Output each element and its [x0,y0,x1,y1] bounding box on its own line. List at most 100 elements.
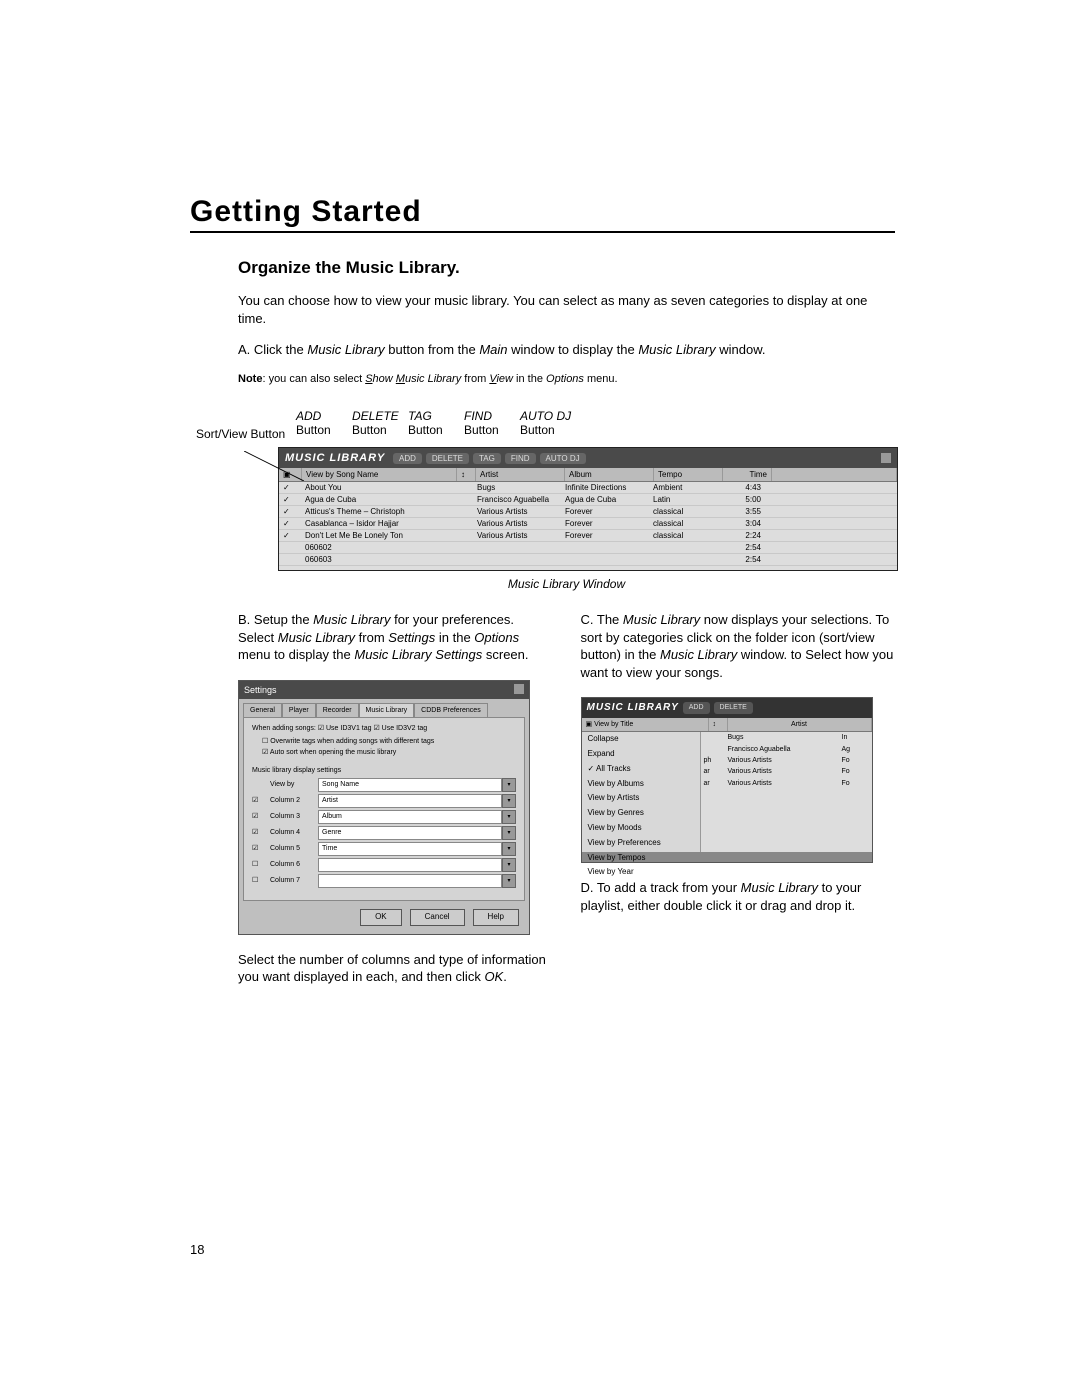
callout-find-label: FIND [464,409,520,423]
mlw-tag-button[interactable]: TAG [473,453,501,464]
callout-line-icon [244,451,304,481]
sort-menu-item[interactable]: Collapse [582,732,700,747]
step-c: C. The Music Library now displays your s… [581,611,896,681]
sort-menu-item[interactable]: View by Albums [582,777,700,792]
settings-top-line: When adding songs: ☑ Use ID3V1 tag ☑ Use… [252,724,516,733]
column-select[interactable] [318,874,502,888]
settings-column-row: ☑Column 3Album▾ [252,810,516,824]
table-row[interactable]: 0606022:54 [279,542,897,554]
step-a: A. Click the Music Library button from t… [190,341,895,359]
chevron-down-icon[interactable]: ▾ [502,842,516,856]
settings-column-row: ☑Column 4Genre▾ [252,826,516,840]
tab-music-library[interactable]: Music Library [359,703,415,717]
mlw-find-button[interactable]: FIND [505,453,536,464]
column-select[interactable]: Artist [318,794,502,808]
col-view[interactable]: View by Song Name [302,468,457,481]
settings-column-row: ☑Column 5Time▾ [252,842,516,856]
sort-col-artist[interactable]: Artist [728,718,872,731]
sort-menu-item[interactable]: View by Preferences [582,836,700,851]
column-select[interactable]: Time [318,842,502,856]
mlw-add-button[interactable]: ADD [393,453,422,464]
col-artist[interactable]: Artist [476,468,565,481]
sort-col-view[interactable]: ▣ View by Title [582,718,709,731]
callout-labels: Sort/View Button ADDButton DELETEButton … [190,409,895,441]
checkbox-icon[interactable]: ☑ [252,828,270,837]
chevron-down-icon[interactable]: ▾ [502,874,516,888]
chevron-down-icon[interactable]: ▾ [502,778,516,792]
settings-section-label: Music library display settings [252,766,516,775]
step-d: D. To add a track from your Music Librar… [581,879,896,914]
column-select[interactable]: Genre [318,826,502,840]
chevron-down-icon[interactable]: ▾ [502,810,516,824]
step-b: B. Setup the Music Library for your pref… [238,611,553,664]
checkbox-icon[interactable]: ☐ [252,860,270,869]
col-album[interactable]: Album [565,468,654,481]
sort-menu-item[interactable]: View by Artists [582,791,700,806]
chevron-down-icon[interactable]: ▾ [502,858,516,872]
settings-chk-autosort[interactable]: ☑ Auto sort when opening the music libra… [262,748,516,757]
sort-menu-item[interactable]: View by Moods [582,821,700,836]
sort-menu-item[interactable]: View by Genres [582,806,700,821]
column-select[interactable]: Album [318,810,502,824]
list-item[interactable]: BugsIn [701,732,872,743]
table-row[interactable]: ✓Atticus's Theme – ChristophVarious Arti… [279,506,897,518]
sort-menu-item[interactable]: Expand [582,747,700,762]
note-line: Note: you can also select Show Music Lib… [190,373,895,385]
checkbox-icon[interactable]: ☑ [252,812,270,821]
settings-column-row: ☐Column 7▾ [252,874,516,888]
chevron-down-icon[interactable]: ▾ [502,794,516,808]
sort-menu-item[interactable]: View by Year [582,865,700,880]
settings-title: Settings [244,684,277,696]
folder-icon: ▣ [586,721,593,728]
tab-player[interactable]: Player [282,703,316,717]
callout-add-label: ADD [296,409,352,423]
settings-column-row: View bySong Name▾ [252,778,516,792]
music-library-window: MUSIC LIBRARY ADD DELETE TAG FIND AUTO D… [278,447,898,571]
close-icon[interactable] [881,453,891,463]
page-heading: Getting Started [190,195,895,233]
checkbox-icon[interactable]: ☑ [252,796,270,805]
tab-cddb[interactable]: CDDB Preferences [414,703,488,717]
settings-column-row: ☑Column 2Artist▾ [252,794,516,808]
sort-panel-title: MUSIC LIBRARY [587,701,679,715]
table-row[interactable]: 0606032:54 [279,554,897,566]
column-select[interactable]: Song Name [318,778,502,792]
list-item[interactable]: arVarious ArtistsFo [701,778,872,789]
sort-menu-item[interactable]: View by Tempos [582,851,700,866]
page-number: 18 [190,1242,204,1257]
mlw-delete-button[interactable]: DELETE [426,453,469,464]
list-item[interactable]: arVarious ArtistsFo [701,766,872,777]
tab-general[interactable]: General [243,703,282,717]
sort-menu-item[interactable]: All Tracks [582,762,700,777]
checkbox-icon[interactable]: ☐ [252,876,270,885]
table-row[interactable]: ✓Casablanca – Isidor HajjarVarious Artis… [279,518,897,530]
help-button[interactable]: Help [473,909,519,926]
list-item[interactable]: Francisco AguabellaAg [701,744,872,755]
table-row[interactable]: ✓Don't Let Me Be Lonely TonVarious Artis… [279,530,897,542]
callout-sortview-label: Sort/View Button [196,409,296,441]
sort-view-panel: MUSIC LIBRARY ADD DELETE ▣ View by Title… [581,697,873,863]
table-row[interactable]: ✓About YouBugsInfinite DirectionsAmbient… [279,482,897,494]
settings-column-row: ☐Column 6▾ [252,858,516,872]
sort-delete-button[interactable]: DELETE [714,702,753,713]
cancel-button[interactable]: Cancel [410,909,465,926]
checkbox-icon[interactable]: ☑ [252,844,270,853]
list-item[interactable]: phVarious ArtistsFo [701,755,872,766]
mlw-autodj-button[interactable]: AUTO DJ [540,453,586,464]
table-row[interactable]: ✓Agua de CubaFrancisco AguabellaAgua de … [279,494,897,506]
tab-recorder[interactable]: Recorder [316,703,359,717]
step-b-tail: Select the number of columns and type of… [238,951,553,986]
column-select[interactable] [318,858,502,872]
chevron-down-icon[interactable]: ▾ [502,826,516,840]
close-icon[interactable] [514,684,524,694]
callout-delete-label: DELETE [352,409,408,423]
mlw-caption: Music Library Window [238,577,895,591]
ok-button[interactable]: OK [360,909,402,926]
callout-tag-label: TAG [408,409,464,423]
col-time[interactable]: Time [723,468,772,481]
col-tempo[interactable]: Tempo [654,468,723,481]
settings-chk-overwrite[interactable]: ☐ Overwrite tags when adding songs with … [262,737,516,746]
settings-dialog: Settings General Player Recorder Music L… [238,680,530,935]
sort-add-button[interactable]: ADD [683,702,710,713]
callout-autodj-label: AUTO DJ [520,409,584,423]
